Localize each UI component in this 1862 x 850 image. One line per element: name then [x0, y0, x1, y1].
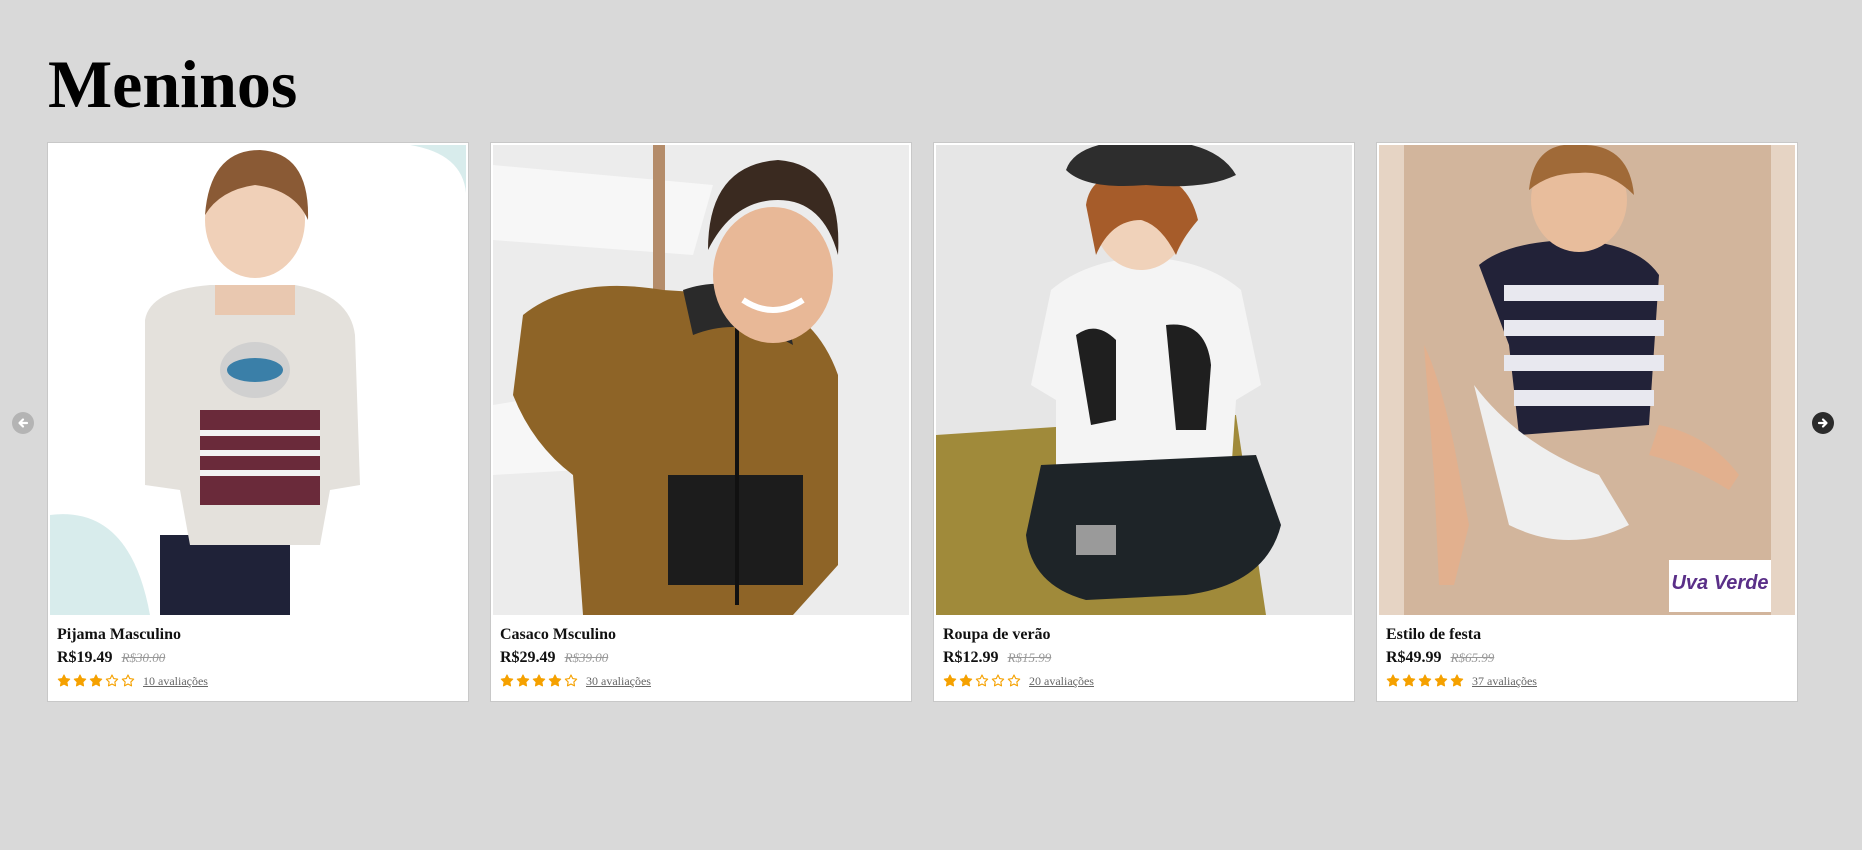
product-old-price: R$65.99 [1450, 650, 1495, 665]
star-filled-icon [500, 674, 514, 687]
product-card[interactable]: Uva Verde Estilo de festa R$49.99 R$65.9… [1376, 142, 1798, 702]
star-filled-icon [516, 674, 530, 687]
product-card[interactable]: Pijama Masculino R$19.49 R$30.00 10 aval… [47, 142, 469, 702]
product-info: Casaco Msculino R$29.49 R$39.00 30 avali… [500, 625, 902, 690]
carousel-prev-button[interactable] [12, 412, 34, 434]
product-old-price: R$39.00 [564, 650, 609, 665]
price-row: R$19.49 R$30.00 [57, 648, 459, 668]
product-name[interactable]: Pijama Masculino [57, 625, 459, 645]
rating-row: 20 avaliações [943, 672, 1345, 690]
star-empty-icon [105, 674, 119, 687]
carousel-next-button[interactable] [1812, 412, 1834, 434]
price-row: R$29.49 R$39.00 [500, 648, 902, 668]
product-info: Estilo de festa R$49.99 R$65.99 37 avali… [1386, 625, 1788, 690]
product-price: R$29.49 [500, 649, 556, 666]
product-name[interactable]: Casaco Msculino [500, 625, 902, 645]
arrow-left-icon [18, 418, 29, 428]
product-image[interactable] [50, 145, 466, 615]
product-card[interactable]: Casaco Msculino R$29.49 R$39.00 30 avali… [490, 142, 912, 702]
product-carousel: Pijama Masculino R$19.49 R$30.00 10 aval… [0, 142, 1862, 704]
reviews-link[interactable]: 20 avaliações [1029, 674, 1094, 689]
product-image[interactable] [936, 145, 1352, 615]
rating-row: 37 avaliações [1386, 672, 1788, 690]
star-empty-icon [564, 674, 578, 687]
product-price: R$49.99 [1386, 649, 1442, 666]
arrow-right-icon [1817, 418, 1828, 428]
star-rating [500, 674, 578, 688]
rating-row: 30 avaliações [500, 672, 902, 690]
star-filled-icon [548, 674, 562, 687]
star-filled-icon [1434, 674, 1448, 687]
star-filled-icon [1386, 674, 1400, 687]
reviews-link[interactable]: 10 avaliações [143, 674, 208, 689]
reviews-link[interactable]: 37 avaliações [1472, 674, 1537, 689]
reviews-link[interactable]: 30 avaliações [586, 674, 651, 689]
star-rating [1386, 674, 1464, 688]
star-filled-icon [1450, 674, 1464, 687]
product-price: R$19.49 [57, 649, 113, 666]
star-filled-icon [89, 674, 103, 687]
star-rating [943, 674, 1021, 688]
star-rating [57, 674, 135, 688]
product-image[interactable] [493, 145, 909, 615]
star-empty-icon [975, 674, 989, 687]
product-old-price: R$15.99 [1007, 650, 1052, 665]
product-name[interactable]: Estilo de festa [1386, 625, 1788, 645]
product-card[interactable]: Roupa de verão R$12.99 R$15.99 20 avalia… [933, 142, 1355, 702]
price-row: R$49.99 R$65.99 [1386, 648, 1788, 668]
star-empty-icon [121, 674, 135, 687]
price-row: R$12.99 R$15.99 [943, 648, 1345, 668]
product-price: R$12.99 [943, 649, 999, 666]
star-filled-icon [1402, 674, 1416, 687]
product-image[interactable]: Uva Verde [1379, 145, 1795, 615]
star-empty-icon [1007, 674, 1021, 687]
star-filled-icon [1418, 674, 1432, 687]
star-filled-icon [943, 674, 957, 687]
product-info: Roupa de verão R$12.99 R$15.99 20 avalia… [943, 625, 1345, 690]
star-filled-icon [532, 674, 546, 687]
star-filled-icon [57, 674, 71, 687]
rating-row: 10 avaliações [57, 672, 459, 690]
product-old-price: R$30.00 [121, 650, 166, 665]
brand-logo-text: Uva Verde [1671, 572, 1768, 594]
star-filled-icon [959, 674, 973, 687]
page-title: Meninos [48, 46, 298, 122]
star-empty-icon [991, 674, 1005, 687]
product-info: Pijama Masculino R$19.49 R$30.00 10 aval… [57, 625, 459, 690]
product-name[interactable]: Roupa de verão [943, 625, 1345, 645]
star-filled-icon [73, 674, 87, 687]
